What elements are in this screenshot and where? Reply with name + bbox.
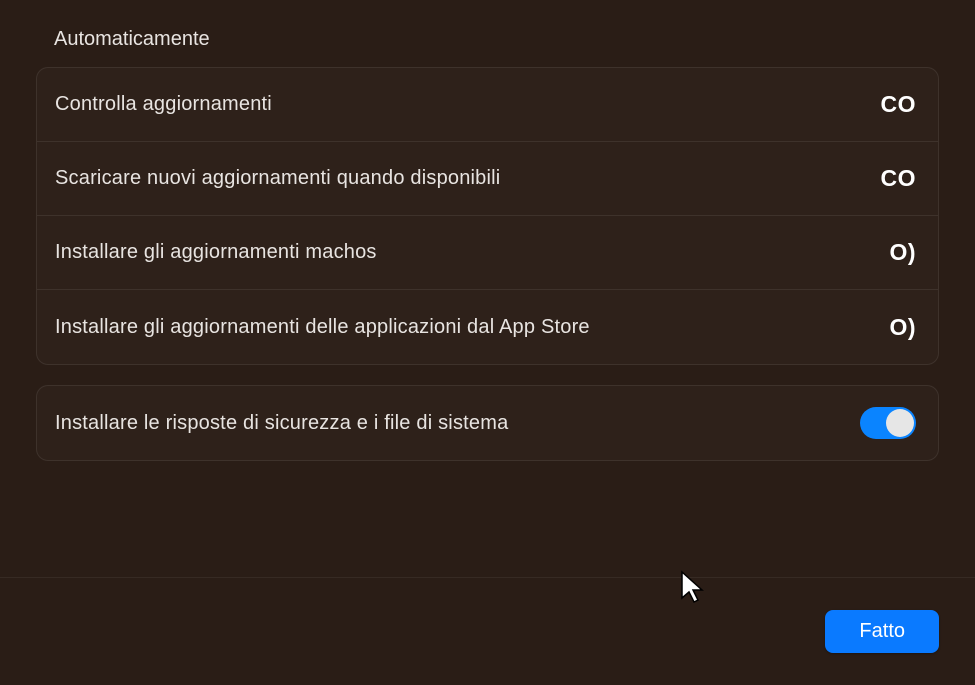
row-label: Installare gli aggiornamenti delle appli… (55, 316, 590, 339)
settings-panel: Automaticamente Controlla aggiornamenti … (0, 0, 975, 461)
toggle-knob (886, 409, 914, 437)
dialog-footer: Fatto (0, 577, 975, 685)
row-download-updates: Scaricare nuovi aggiornamenti quando dis… (37, 142, 938, 216)
settings-group-2: Installare le risposte di sicurezza e i … (36, 385, 939, 461)
row-check-updates: Controlla aggiornamenti CO (37, 68, 938, 142)
row-value[interactable]: O) (889, 314, 916, 341)
row-label: Controlla aggiornamenti (55, 93, 272, 116)
section-title: Automaticamente (36, 28, 939, 51)
row-label: Installare gli aggiornamenti machos (55, 241, 377, 264)
row-install-appstore: Installare gli aggiornamenti delle appli… (37, 290, 938, 364)
done-button[interactable]: Fatto (825, 610, 939, 653)
row-label: Installare le risposte di sicurezza e i … (55, 412, 508, 435)
row-security-responses: Installare le risposte di sicurezza e i … (37, 386, 938, 460)
row-label: Scaricare nuovi aggiornamenti quando dis… (55, 167, 500, 190)
row-install-macos: Installare gli aggiornamenti machos O) (37, 216, 938, 290)
security-toggle[interactable] (860, 407, 916, 439)
settings-group-1: Controlla aggiornamenti CO Scaricare nuo… (36, 67, 939, 365)
row-value[interactable]: CO (881, 91, 917, 118)
row-value[interactable]: CO (881, 165, 917, 192)
row-value[interactable]: O) (889, 239, 916, 266)
